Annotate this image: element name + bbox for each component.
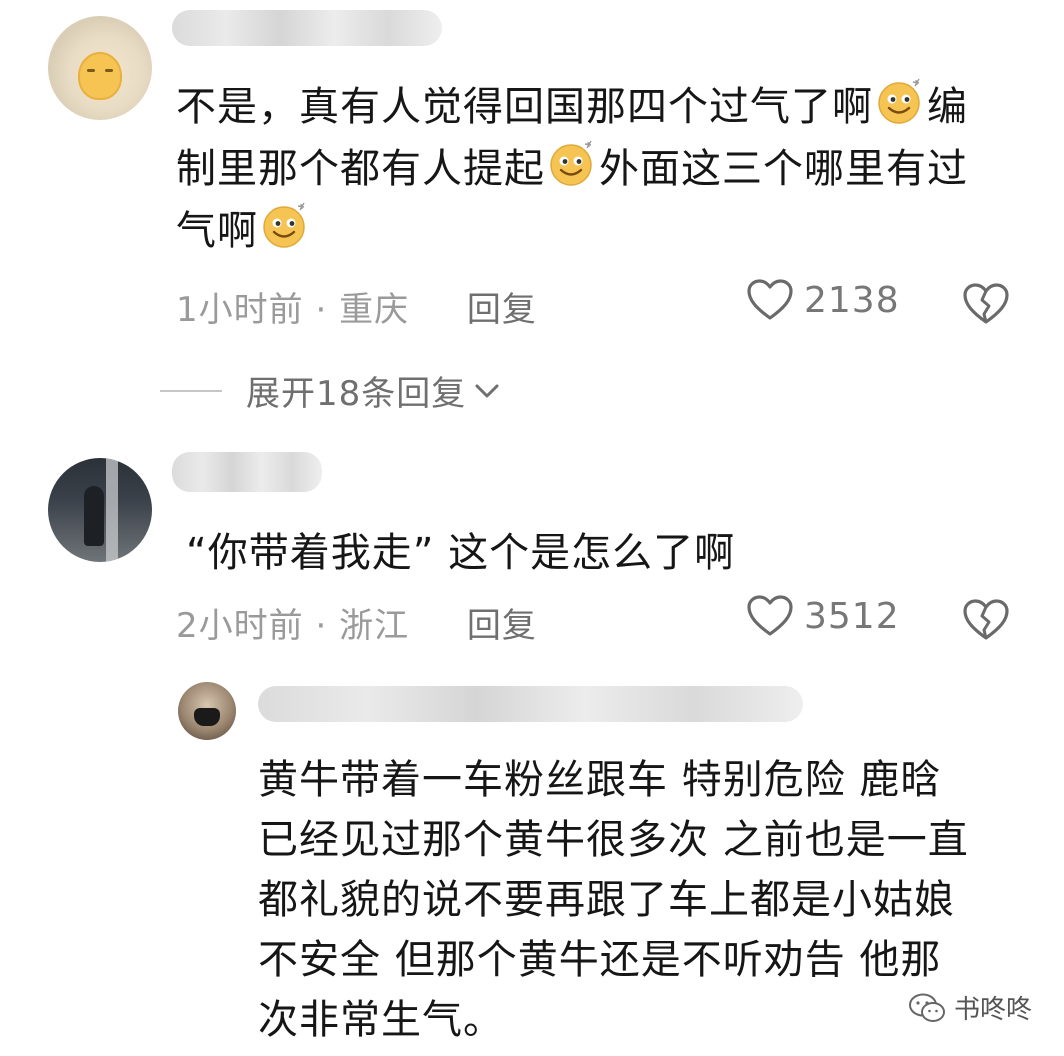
avatar-figure (194, 708, 220, 726)
like-count: 3512 (804, 595, 900, 637)
watermark: 书咚咚 (908, 989, 1032, 1026)
smile-emoji-icon (260, 200, 310, 250)
broken-heart-icon[interactable] (962, 282, 1010, 326)
username-blurred[interactable] (258, 686, 803, 722)
comment-time: 2小时前 (176, 606, 304, 646)
reply-text-line: 不安全 但那个黄牛还是不听劝告 他那 (258, 937, 942, 983)
watermark-text: 书咚咚 (953, 995, 1032, 1025)
reply-text-line: 黄牛带着一车粉丝跟车 特别危险 鹿晗 (258, 757, 942, 803)
heart-outline-icon (747, 279, 793, 320)
reply-text: 黄牛带着一车粉丝跟车 特别危险 鹿晗 已经见过那个黄牛很多次 之前也是一直 都礼… (258, 750, 1018, 1050)
wechat-icon (908, 993, 945, 1022)
comment-text-segment: 不是，真有人觉得回国那四个过气了啊 (176, 84, 873, 130)
username-blurred[interactable] (172, 10, 442, 46)
comment-text-segment: 编 (927, 84, 968, 130)
comment-text-segment: 外面这三个哪里有过 (599, 146, 968, 192)
comment-text: 不是，真有人觉得回国那四个过气了啊 编 制里那个都有人提起 外面这三个哪里有过 气啊 (176, 76, 1036, 262)
heart-outline-icon (747, 595, 793, 636)
avatar-figure (84, 486, 104, 546)
avatar-bg (106, 458, 118, 562)
username-blurred[interactable] (172, 452, 322, 492)
reply-button[interactable]: 回复 (467, 290, 537, 330)
expand-replies-label: 展开18条回复 (246, 374, 467, 414)
smile-emoji-icon (875, 76, 925, 126)
comment-location: 浙江 (339, 606, 410, 646)
divider (160, 389, 222, 392)
expand-replies-button[interactable]: 展开18条回复 (160, 366, 500, 415)
reply-text-line: 已经见过那个黄牛很多次 之前也是一直 (258, 817, 969, 863)
meta-separator: · (315, 290, 340, 330)
avatar-face-icon (78, 52, 122, 100)
comment-meta: 1小时前 · 重庆 回复 (176, 282, 537, 331)
comment-text-segment: 制里那个都有人提起 (176, 146, 545, 192)
smile-emoji-icon (547, 138, 597, 188)
like-count: 2138 (804, 279, 900, 321)
reply-button[interactable]: 回复 (467, 606, 537, 646)
comment-time: 1小时前 (176, 290, 304, 330)
comment-location: 重庆 (339, 290, 410, 330)
like-button[interactable]: 3512 (746, 594, 900, 638)
like-button[interactable]: 2138 (746, 278, 900, 322)
comment-text: “你带着我走” 这个是怎么了啊 (186, 530, 736, 576)
avatar[interactable] (48, 16, 152, 120)
chevron-down-icon (475, 384, 499, 397)
meta-separator: · (315, 606, 340, 646)
reply-text-line: 次非常生气。 (258, 997, 504, 1043)
comment-text-segment: 气啊 (176, 208, 258, 254)
broken-heart-icon[interactable] (962, 598, 1010, 642)
avatar[interactable] (48, 458, 152, 562)
reply-avatar[interactable] (178, 682, 236, 740)
comment-meta: 2小时前 · 浙江 回复 (176, 598, 537, 647)
reply-text-line: 都礼貌的说不要再跟了车上都是小姑娘 (258, 877, 955, 923)
